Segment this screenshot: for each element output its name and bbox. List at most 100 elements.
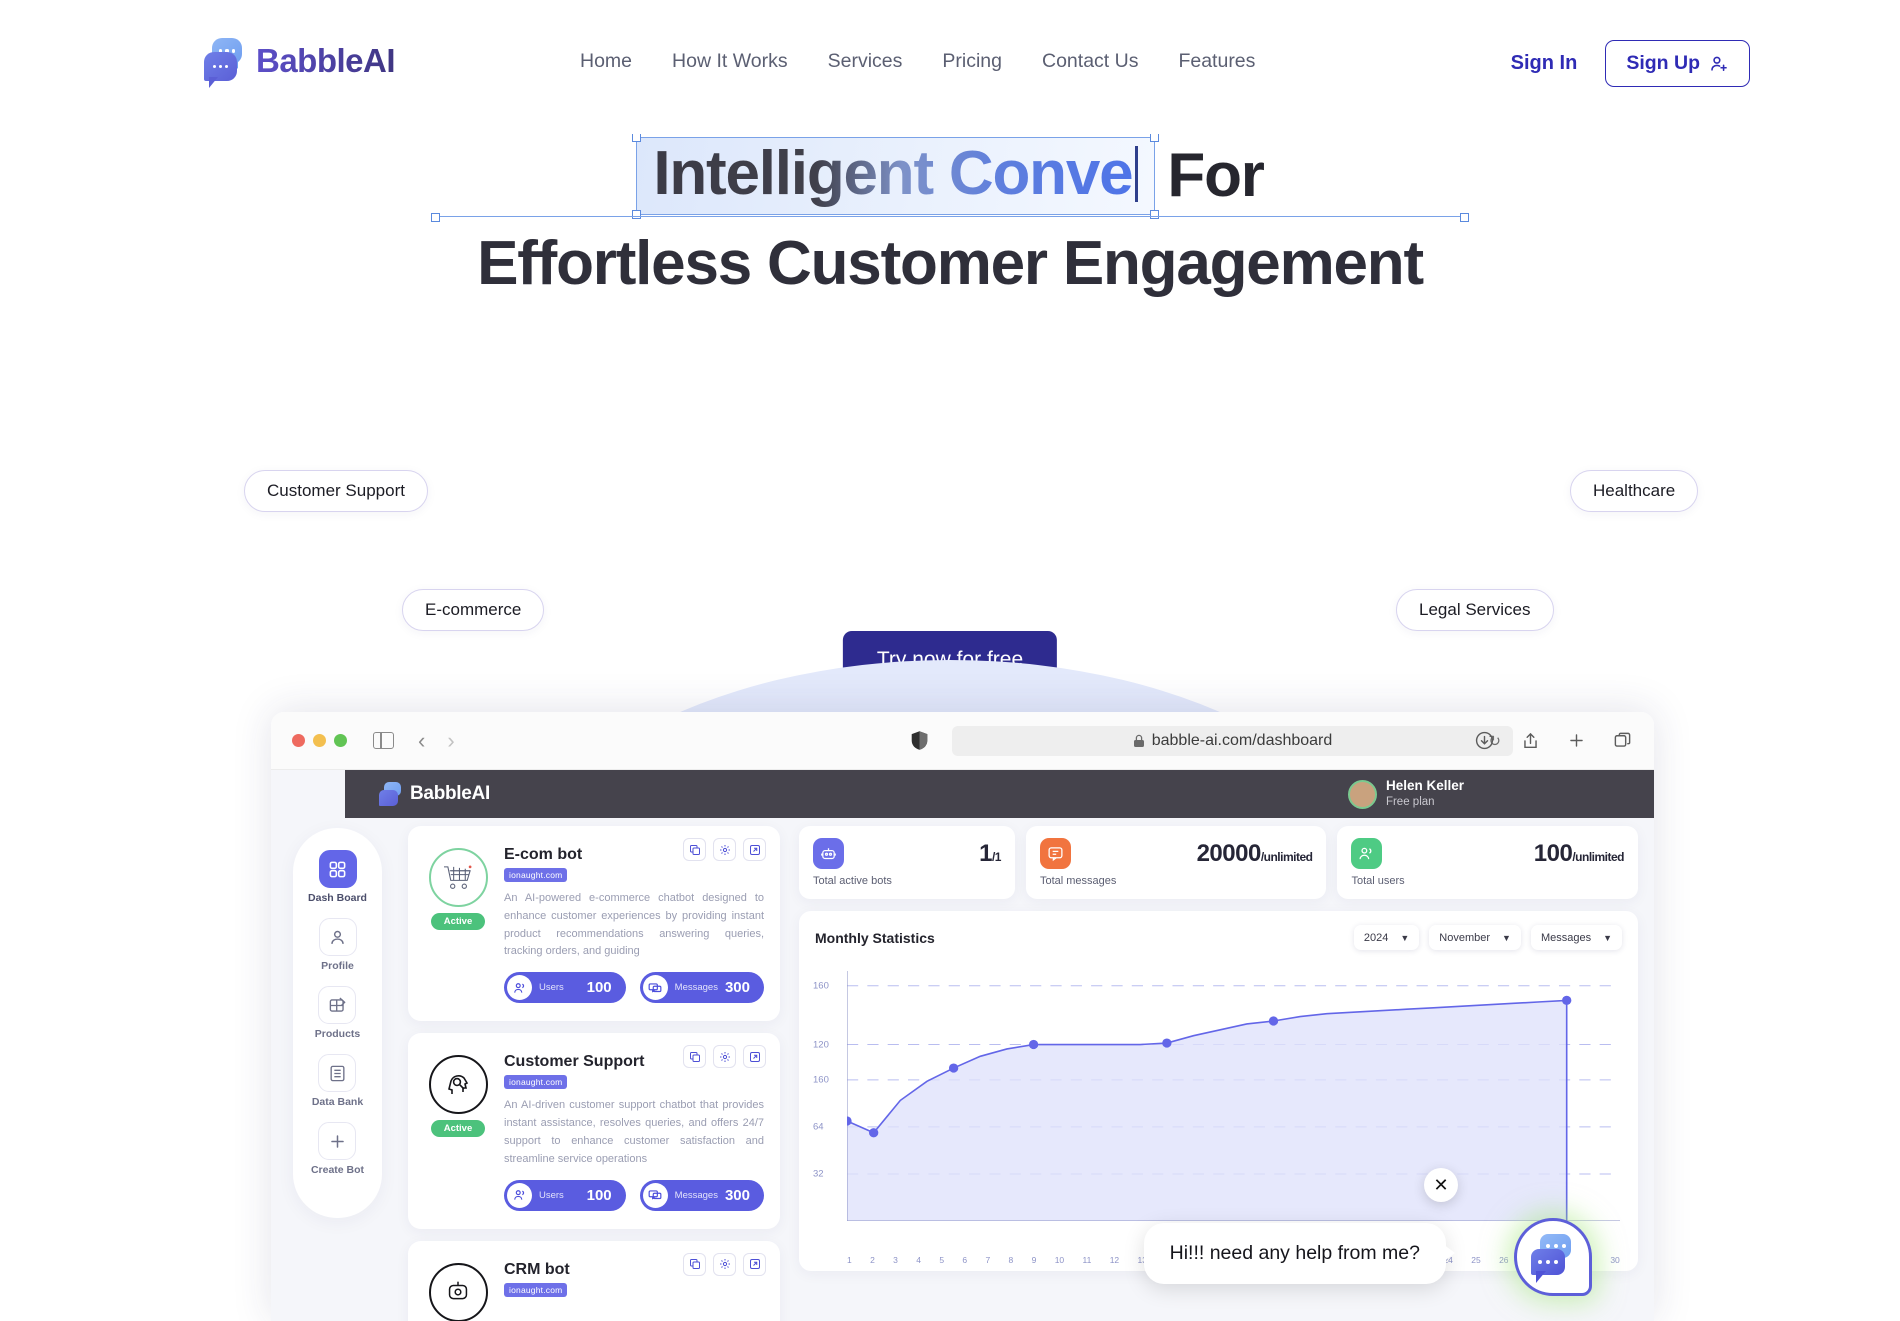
robot-icon bbox=[813, 838, 844, 869]
sidebar-label-data-bank: Data Bank bbox=[311, 1096, 364, 1108]
sidebar-item-dashboard[interactable]: Dash Board bbox=[308, 850, 367, 904]
hero-headline-line2-wrap: Effortless Customer Engagement bbox=[0, 213, 1900, 301]
bot-domain-badge: ionaught.com bbox=[504, 868, 568, 882]
close-window-dot[interactable] bbox=[292, 734, 305, 747]
chart-title: Monthly Statistics bbox=[815, 929, 935, 946]
chart-y-tick: 120 bbox=[813, 1039, 829, 1051]
address-bar[interactable]: babble-ai.com/dashboard ↻ bbox=[952, 725, 1513, 756]
sidebar-item-profile[interactable]: Profile bbox=[318, 918, 357, 972]
open-external-icon[interactable] bbox=[743, 1045, 766, 1069]
selection-handle-top-left[interactable] bbox=[632, 133, 642, 142]
year-select-value: 2024 bbox=[1363, 931, 1389, 944]
text-cursor bbox=[1135, 146, 1139, 202]
bot-card-list: Active E-com bot ionaught.com An AI-powe… bbox=[408, 826, 780, 1321]
bot-card[interactable]: Active CRM bot ionaught.com bbox=[408, 1240, 780, 1321]
maximize-window-dot[interactable] bbox=[334, 734, 347, 747]
tag-e-commerce[interactable]: E-commerce bbox=[402, 589, 545, 631]
bot-messages-value: 300 bbox=[724, 1186, 750, 1204]
minimize-window-dot[interactable] bbox=[313, 734, 326, 747]
tag-customer-support[interactable]: Customer Support bbox=[244, 470, 428, 512]
copy-icon[interactable] bbox=[683, 1045, 706, 1069]
settings-gear-icon[interactable] bbox=[713, 1252, 736, 1276]
stat-suffix: /unlimited bbox=[1572, 849, 1625, 864]
settings-gear-icon[interactable] bbox=[713, 1045, 736, 1069]
bot-messages-value: 300 bbox=[724, 979, 750, 997]
nav-item-services[interactable]: Services bbox=[828, 50, 903, 73]
sidebar-item-products[interactable]: Products bbox=[314, 986, 361, 1040]
nav-item-how-it-works[interactable]: How It Works bbox=[672, 50, 788, 73]
stat-value: 1 bbox=[979, 839, 992, 867]
chart-x-tick: 5 bbox=[939, 1255, 945, 1265]
nav-item-home[interactable]: Home bbox=[580, 50, 632, 73]
browser-mockup: ‹ › babble-ai.com/dashboard ↻ BabbleAI H… bbox=[271, 712, 1654, 1321]
brand-logo-group[interactable]: BabbleAI bbox=[204, 38, 396, 88]
tag-legal-services[interactable]: Legal Services bbox=[1396, 589, 1554, 631]
chart-y-tick: 160 bbox=[813, 1074, 829, 1086]
sidebar-item-create-bot[interactable]: Create Bot bbox=[311, 1122, 364, 1176]
chart-x-tick: 3 bbox=[893, 1255, 898, 1265]
nav-item-pricing[interactable]: Pricing bbox=[942, 50, 1002, 73]
open-external-icon[interactable] bbox=[743, 838, 766, 861]
settings-gear-icon[interactable] bbox=[713, 838, 736, 861]
sign-up-button[interactable]: Sign Up bbox=[1605, 40, 1750, 87]
chat-logo-icon bbox=[1531, 1234, 1575, 1283]
selection-handle-bottom-right-2[interactable] bbox=[1460, 213, 1469, 222]
grid-icon bbox=[329, 861, 346, 877]
stat-suffix: /1 bbox=[991, 849, 1002, 864]
shield-icon[interactable] bbox=[911, 730, 928, 751]
nav-arrows[interactable]: ‹ › bbox=[418, 728, 455, 754]
chart-x-tick: 26 bbox=[1499, 1255, 1509, 1265]
selection-handle-bottom-left-2[interactable] bbox=[431, 213, 440, 222]
dashboard-brand-name: BabbleAI bbox=[410, 783, 490, 804]
sidebar-item-data-bank[interactable]: Data Bank bbox=[312, 1054, 363, 1108]
chat-close-button[interactable]: ✕ bbox=[1424, 1168, 1458, 1202]
typed-headline-text: Intelligent Conve bbox=[653, 138, 1133, 211]
year-select[interactable]: 2024 ▼ bbox=[1353, 925, 1420, 950]
new-tab-icon[interactable] bbox=[1567, 731, 1586, 750]
metric-select[interactable]: Messages ▼ bbox=[1530, 925, 1622, 950]
chat-launcher-button[interactable] bbox=[1514, 1218, 1592, 1296]
hero-headline: Intelligent Conve For Effortless Custome… bbox=[0, 130, 1900, 301]
chart-x-tick: 25 bbox=[1471, 1255, 1481, 1265]
bot-card[interactable]: Active Customer Support ionaught.com An … bbox=[408, 1033, 780, 1229]
chart-x-tick: 11 bbox=[1082, 1255, 1092, 1265]
avatar bbox=[1347, 779, 1377, 809]
chart-y-tick: 32 bbox=[813, 1168, 824, 1180]
open-external-icon[interactable] bbox=[743, 1252, 766, 1276]
text-selection-box[interactable]: Intelligent Conve bbox=[632, 133, 1160, 219]
tab-overview-icon[interactable] bbox=[1613, 731, 1632, 750]
hero-section: Intelligent Conve For Effortless Custome… bbox=[0, 130, 1900, 810]
traffic-lights[interactable] bbox=[292, 734, 347, 747]
toggle-sidebar-icon[interactable] bbox=[373, 732, 394, 749]
sidebar-label-products: Products bbox=[314, 1028, 361, 1040]
copy-icon[interactable] bbox=[683, 838, 706, 861]
user-profile-chip[interactable]: Helen Keller Free plan bbox=[1347, 778, 1464, 809]
share-icon[interactable] bbox=[1521, 731, 1540, 751]
message-icon bbox=[1039, 838, 1071, 869]
selection-handle-top-right[interactable] bbox=[1150, 133, 1160, 142]
month-select[interactable]: November ▼ bbox=[1429, 925, 1521, 950]
bot-card[interactable]: Active E-com bot ionaught.com An AI-powe… bbox=[408, 826, 780, 1022]
back-arrow-icon[interactable]: ‹ bbox=[418, 728, 425, 754]
dashboard-right-column: 1/1 Total active bots 20000/unlimited To… bbox=[799, 826, 1639, 1271]
bot-messages-chip: Messages 300 bbox=[639, 1179, 764, 1211]
chevron-down-icon: ▼ bbox=[1502, 932, 1511, 943]
sign-in-link[interactable]: Sign In bbox=[1511, 52, 1578, 75]
copy-icon[interactable] bbox=[683, 1252, 706, 1276]
chart-filters: 2024 ▼ November ▼ Messages ▼ bbox=[1353, 925, 1622, 950]
bot-users-label: Users bbox=[539, 982, 564, 994]
chat-greeting-bubble: Hi!!! need any help from me? bbox=[1143, 1223, 1456, 1284]
crm-icon bbox=[448, 1281, 468, 1300]
forward-arrow-icon[interactable]: › bbox=[447, 728, 454, 754]
hero-headline-line1: Intelligent Conve For bbox=[0, 130, 1900, 222]
chevron-down-icon: ▼ bbox=[1603, 932, 1612, 943]
bot-domain-badge: ionaught.com bbox=[504, 1075, 568, 1090]
dashboard-brand[interactable]: BabbleAI bbox=[379, 781, 490, 807]
stat-label: Total users bbox=[1351, 875, 1405, 887]
download-icon[interactable] bbox=[1475, 731, 1494, 750]
dashboard-logo-icon bbox=[379, 781, 403, 807]
nav-item-features[interactable]: Features bbox=[1178, 50, 1255, 73]
nav-item-contact-us[interactable]: Contact Us bbox=[1042, 50, 1138, 73]
tag-healthcare[interactable]: Healthcare bbox=[1570, 470, 1699, 512]
shopping-cart-icon bbox=[443, 865, 471, 889]
